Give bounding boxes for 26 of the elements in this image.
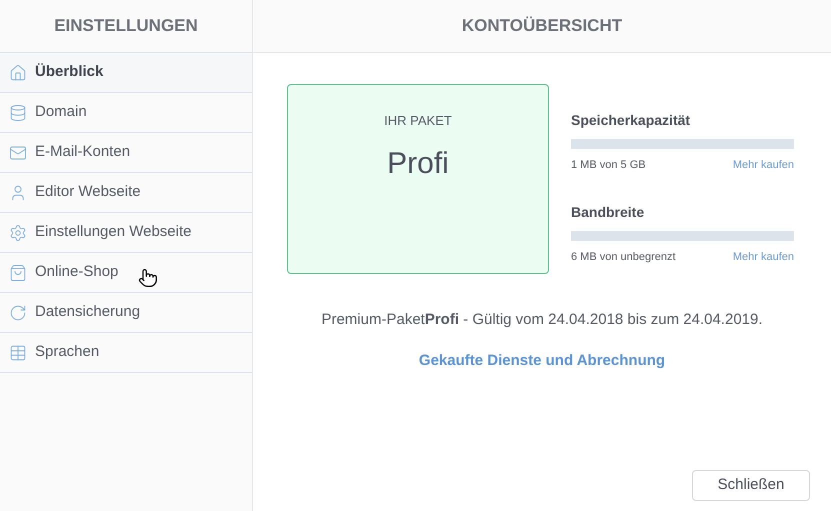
validity-text: Premium-PaketProfi - Gültig vom 24.04.2018 bis zum 24.04.2019. <box>321 310 763 330</box>
sidebar-item[interactable]: Editor Webseite <box>0 173 252 213</box>
sidebar-title: EINSTELLUNGEN <box>54 15 198 38</box>
gear-icon <box>9 224 27 242</box>
database-icon <box>9 104 27 122</box>
panel-title: KONTOÜBERSICHT <box>462 15 622 38</box>
envelope-icon <box>9 144 27 162</box>
sidebar-item[interactable]: E-Mail-Konten <box>0 133 252 173</box>
sidebar-item[interactable]: Online-Shop <box>0 253 252 293</box>
sidebar-item[interactable]: Sprachen <box>0 333 252 373</box>
table-icon <box>9 344 27 362</box>
meter-reading: 1 MB von 5 GB <box>571 158 646 173</box>
meter-title: Speicherkapazität <box>571 111 692 130</box>
sidebar-item[interactable]: Domain <box>0 93 252 133</box>
circular-arrow-icon <box>9 304 27 322</box>
sidebar-item[interactable]: Datensicherung <box>0 293 252 333</box>
package-name: Profi <box>387 146 449 182</box>
sidebar-item[interactable]: Überblick <box>0 53 252 93</box>
meter-title: Bandbreite <box>571 202 646 222</box>
home-icon <box>9 64 27 82</box>
hand-cursor-icon <box>138 268 158 288</box>
close-button[interactable]: Schließen <box>692 470 810 501</box>
sidebar-item[interactable]: Einstellungen Webseite <box>0 213 252 253</box>
shopping-bag-icon <box>9 264 27 282</box>
package-label: IHR PAKET <box>384 112 452 130</box>
meter-reading: 6 MB von unbegrenzt <box>571 250 676 264</box>
